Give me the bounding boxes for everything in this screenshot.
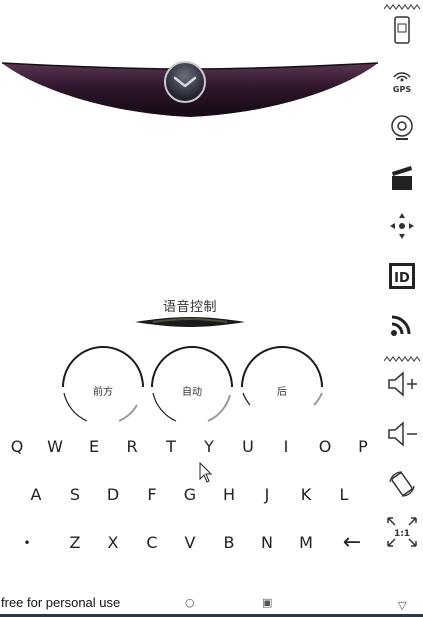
wavy-divider-icon <box>384 356 421 362</box>
key-c[interactable]: C <box>137 528 167 558</box>
wavy-divider-icon <box>384 4 421 10</box>
key-w[interactable]: W <box>40 432 70 462</box>
volume-down-icon <box>387 421 417 447</box>
volume-down-button[interactable] <box>380 416 423 452</box>
key-b[interactable]: B <box>214 528 244 558</box>
home-circle-icon[interactable]: ○ <box>185 596 195 609</box>
dial-auto-label: 自动 <box>182 387 202 398</box>
key-y[interactable]: Y <box>194 432 224 462</box>
gps-label: GPS <box>392 85 410 94</box>
volume-up-icon <box>387 371 417 397</box>
backspace-key[interactable]: ← <box>337 528 367 558</box>
chevron-down-button[interactable] <box>164 61 206 103</box>
key-f[interactable]: F <box>137 480 167 510</box>
video-button[interactable] <box>380 160 423 196</box>
triangle-down-icon[interactable]: ▽ <box>398 599 406 612</box>
recent-apps-icon[interactable]: ▣ <box>262 596 272 609</box>
watermark-text: free for personal use <box>1 595 121 610</box>
key-d[interactable]: D <box>98 480 128 510</box>
dome-header <box>0 55 380 125</box>
phone-button[interactable] <box>380 12 423 48</box>
dial-back[interactable]: 后 <box>236 345 328 427</box>
key-g[interactable]: G <box>175 480 205 510</box>
key-a[interactable]: A <box>21 480 51 510</box>
key-dot[interactable]: • <box>12 528 42 558</box>
key-j[interactable]: J <box>252 480 282 510</box>
key-v[interactable]: V <box>175 528 205 558</box>
key-p[interactable]: P <box>348 432 378 462</box>
right-toolbar: GPS ID 1:1 <box>380 0 423 592</box>
dial-auto[interactable]: 自动 <box>146 345 238 427</box>
dial-front[interactable]: 前方 <box>57 345 149 427</box>
mode-slider-bar[interactable] <box>133 314 247 328</box>
dial-front-label: 前方 <box>93 387 113 398</box>
key-q[interactable]: Q <box>2 432 32 462</box>
bottom-nav-bar: free for personal use ○ ▣ ▽ <box>0 592 423 617</box>
rotate-icon <box>388 471 415 497</box>
id-icon: ID <box>388 263 415 289</box>
key-e[interactable]: E <box>79 432 109 462</box>
rss-icon <box>390 315 410 336</box>
aspect-ratio-icon: 1:1 <box>386 517 417 547</box>
aspect-ratio-button[interactable]: 1:1 <box>380 514 423 550</box>
phone-icon <box>393 16 410 44</box>
key-x[interactable]: X <box>98 528 128 558</box>
mode-label: 语音控制 <box>162 300 217 315</box>
aspect-ratio-label: 1:1 <box>393 529 409 539</box>
key-s[interactable]: S <box>60 480 90 510</box>
id-label: ID <box>394 271 410 286</box>
rotate-button[interactable] <box>380 466 423 502</box>
key-l[interactable]: L <box>329 480 359 510</box>
dpad-icon <box>389 213 414 239</box>
dial-back-label: 后 <box>277 387 287 398</box>
key-z[interactable]: Z <box>60 528 90 558</box>
key-k[interactable]: K <box>291 480 321 510</box>
key-i[interactable]: I <box>271 432 301 462</box>
key-r[interactable]: R <box>117 432 147 462</box>
gps-button[interactable]: GPS <box>380 62 423 98</box>
volume-up-button[interactable] <box>380 366 423 402</box>
key-t[interactable]: T <box>156 432 186 462</box>
rss-button[interactable] <box>380 306 423 342</box>
key-h[interactable]: H <box>214 480 244 510</box>
dpad-button[interactable] <box>380 208 423 244</box>
key-o[interactable]: O <box>310 432 340 462</box>
key-n[interactable]: N <box>252 528 282 558</box>
id-button[interactable]: ID <box>380 258 423 294</box>
key-u[interactable]: U <box>233 432 263 462</box>
main-panel: 语音控制 前方 自动 后 Q W E R T Y U I O P A S D F… <box>0 0 380 592</box>
clapperboard-icon <box>391 166 412 190</box>
webcam-icon <box>390 115 413 140</box>
key-m[interactable]: M <box>291 528 321 558</box>
webcam-button[interactable] <box>380 110 423 146</box>
gps-icon: GPS <box>392 72 411 94</box>
